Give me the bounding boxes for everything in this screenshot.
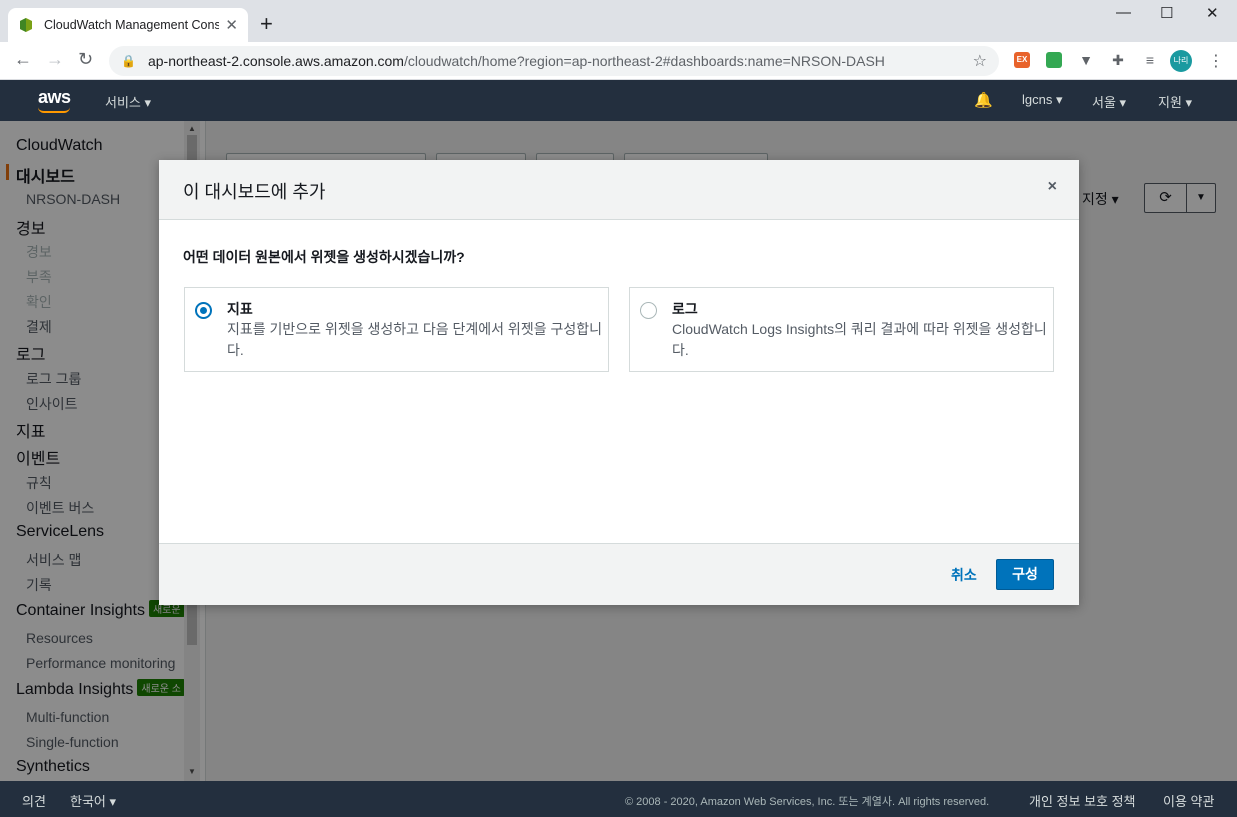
tab-title: CloudWatch Management Cons <box>44 18 220 32</box>
option-description: 지표를 기반으로 위젯을 생성하고 다음 단계에서 위젯을 구성합니다. <box>227 321 602 358</box>
minimize-icon[interactable]: — <box>1116 4 1131 21</box>
account-menu[interactable]: lgcns ▾ <box>1022 92 1063 108</box>
logs-radio[interactable] <box>640 302 657 319</box>
console-footer: 의견 한국어 ▾ © 2008 - 2020, Amazon Web Servi… <box>0 781 1237 817</box>
aws-logo-smile-icon <box>38 107 70 113</box>
language-selector[interactable]: 한국어 ▾ <box>70 791 116 810</box>
copyright-text: © 2008 - 2020, Amazon Web Services, Inc.… <box>625 796 990 808</box>
region-menu[interactable]: 서울 ▾ <box>1092 92 1126 111</box>
notification-bell-icon[interactable]: 🔔 <box>974 91 993 109</box>
terms-link[interactable]: 이용 약관 <box>1163 791 1214 810</box>
back-icon[interactable]: ← <box>14 49 32 70</box>
modal-header: 이 대시보드에 추가 × <box>159 160 1079 220</box>
new-tab-icon[interactable]: + <box>260 13 273 35</box>
close-icon[interactable]: × <box>1048 178 1057 196</box>
metrics-radio[interactable] <box>195 302 212 319</box>
modal-title: 이 대시보드에 추가 <box>183 182 326 202</box>
url-text: ap-northeast-2.console.aws.amazon.com/cl… <box>148 53 973 69</box>
modal-footer: 취소 구성 <box>159 543 1079 605</box>
aws-top-nav: aws 서비스 ▾ 🔔 lgcns ▾ 서울 ▾ 지원 ▾ <box>0 80 1237 121</box>
option-description: CloudWatch Logs Insights의 쿼리 결과에 따라 위젯을 … <box>672 321 1047 358</box>
services-menu[interactable]: 서비스 ▾ <box>105 92 151 111</box>
maximize-icon[interactable]: ☐ <box>1160 4 1173 22</box>
tab-close-icon[interactable]: ✕ <box>225 16 238 34</box>
browser-menu-icon[interactable]: ⋮ <box>1208 51 1224 71</box>
aws-favicon-icon <box>20 18 32 32</box>
profile-avatar[interactable]: 나리 <box>1170 50 1192 72</box>
support-menu[interactable]: 지원 ▾ <box>1158 92 1192 111</box>
browser-toolbar: ← → ↻ 🔒 ap-northeast-2.console.aws.amazo… <box>0 42 1237 80</box>
option-logs[interactable]: 로그 CloudWatch Logs Insights의 쿼리 결과에 따라 위… <box>629 287 1054 372</box>
add-to-dashboard-modal: 이 대시보드에 추가 × 어떤 데이터 원본에서 위젯을 생성하시겠습니까? 지… <box>159 160 1079 605</box>
url-path: /cloudwatch/home?region=ap-northeast-2#d… <box>403 53 885 69</box>
extensions-puzzle-icon[interactable]: ✚ <box>1110 52 1126 68</box>
address-bar[interactable]: 🔒 ap-northeast-2.console.aws.amazon.com/… <box>109 46 999 76</box>
configure-button[interactable]: 구성 <box>996 559 1054 590</box>
feedback-link[interactable]: 의견 <box>22 791 46 810</box>
browser-tab[interactable]: CloudWatch Management Cons ✕ <box>8 8 248 42</box>
browser-tabstrip: CloudWatch Management Cons ✕ + — ☐ ✕ <box>0 0 1237 42</box>
option-title: 로그 <box>672 301 698 317</box>
aws-logo[interactable]: aws <box>38 87 71 108</box>
cancel-button[interactable]: 취소 <box>951 565 977 585</box>
lock-icon: 🔒 <box>121 54 136 68</box>
reload-icon[interactable]: ↻ <box>78 49 93 70</box>
extension-v-icon[interactable]: ▼ <box>1078 52 1094 68</box>
extension-ex-icon[interactable]: EX <box>1014 52 1030 68</box>
url-host: ap-northeast-2.console.aws.amazon.com <box>147 53 404 69</box>
extension-green-icon[interactable] <box>1046 52 1062 68</box>
option-title: 지표 <box>227 301 253 317</box>
data-source-question: 어떤 데이터 원본에서 위젯을 생성하시겠습니까? <box>183 249 465 265</box>
bookmark-star-icon[interactable]: ☆ <box>973 51 987 71</box>
privacy-policy-link[interactable]: 개인 정보 보호 정책 <box>1029 791 1136 810</box>
media-queue-icon[interactable]: ≡ <box>1142 52 1158 68</box>
window-close-icon[interactable]: ✕ <box>1206 4 1219 22</box>
option-metrics[interactable]: 지표 지표를 기반으로 위젯을 생성하고 다음 단계에서 위젯을 구성합니다. <box>184 287 609 372</box>
forward-icon[interactable]: → <box>46 49 64 70</box>
